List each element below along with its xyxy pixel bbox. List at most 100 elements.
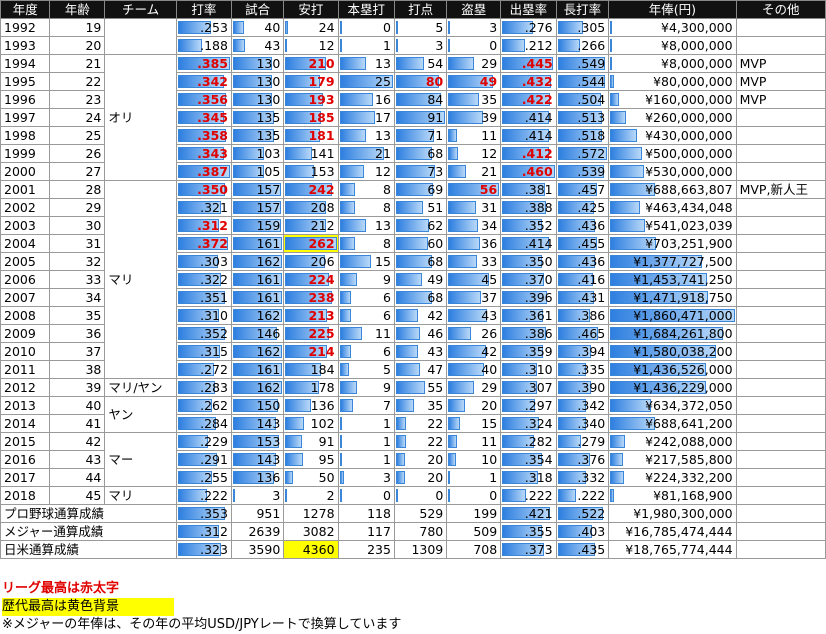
cell-year: 2014 <box>0 414 51 433</box>
cell-avg: .322 <box>175 270 232 289</box>
cell-value: .352 <box>200 326 228 341</box>
data-bar <box>285 165 315 178</box>
cell-age: 41 <box>49 414 106 433</box>
data-bar <box>448 129 457 142</box>
cell-value: .335 <box>577 362 606 377</box>
cell-obp: .212 <box>500 36 557 55</box>
cell-value: ¥260,000,000 <box>645 110 733 125</box>
cell-value: .431 <box>577 290 606 305</box>
cell-sb: 26 <box>446 324 502 343</box>
cell-value: 146 <box>256 326 281 341</box>
cell-value: 73 <box>427 164 444 179</box>
cell-rbi: 780 <box>393 522 448 541</box>
cell-value: 54 <box>427 56 444 71</box>
cell-age: 39 <box>49 378 106 397</box>
cell-value: 37 <box>481 290 498 305</box>
cell-value: .421 <box>524 506 553 521</box>
cell-salary: ¥81,168,900 <box>608 486 737 505</box>
cell-value: .457 <box>577 182 606 197</box>
cell-hr: 17 <box>337 108 395 127</box>
cell-slg: .403 <box>555 522 610 541</box>
cell-rbi: 1309 <box>393 540 448 559</box>
cell-value: 95 <box>318 452 335 467</box>
cell-hr: 8 <box>337 234 395 253</box>
cell-value: .376 <box>577 452 606 467</box>
cell-value: 69 <box>427 182 444 197</box>
cell-g: 161 <box>230 288 285 307</box>
data-bar <box>610 453 624 466</box>
cell-value: 1 <box>382 452 391 467</box>
data-bar <box>232 39 245 52</box>
cell-salary: ¥541,023,039 <box>608 216 737 235</box>
data-bar <box>339 57 367 70</box>
cell-value: .432 <box>521 74 553 89</box>
cell-value: 0 <box>489 488 498 503</box>
data-bar <box>339 453 342 466</box>
cell-slg: .435 <box>555 540 610 559</box>
cell-slg: .376 <box>555 450 610 469</box>
cell-value: .518 <box>577 128 606 143</box>
cell-rbi: 62 <box>393 216 448 235</box>
cell-value: ¥500,000,000 <box>645 146 733 161</box>
cell-hr: 235 <box>337 540 395 559</box>
data-bar <box>339 417 342 430</box>
cell-hr: 6 <box>337 288 395 307</box>
stats-sheet: 年度 年齢 チーム 打率 試合 安打 本塁打 打点 盗塁 出塁率 長打率 年俸(円) その他 1992 1… <box>0 0 826 632</box>
cell-slg: .544 <box>555 72 610 91</box>
cell-value: 1 <box>382 416 391 431</box>
cell-obp: .396 <box>500 288 557 307</box>
cell-value: .291 <box>200 452 228 467</box>
cell-avg: .315 <box>175 342 232 361</box>
cell-rbi: 69 <box>393 180 448 199</box>
cell-value: 24 <box>318 20 335 35</box>
cell-year: 2012 <box>0 378 51 397</box>
cell-other <box>735 468 826 487</box>
cell-team: マー <box>104 432 177 487</box>
cell-value: 529 <box>419 506 444 521</box>
cell-hr: 1 <box>337 36 395 55</box>
cell-other <box>735 324 826 343</box>
cell-slg: .455 <box>555 234 610 253</box>
cell-g: 105 <box>230 162 285 181</box>
data-bar <box>610 57 613 70</box>
cell-rbi: 43 <box>393 342 448 361</box>
cell-hr: 13 <box>337 54 395 73</box>
data-bar <box>285 489 288 502</box>
cell-value: 2 <box>326 488 335 503</box>
data-bar <box>339 363 349 376</box>
data-bar <box>339 435 342 448</box>
table-row: 2015 42 マー .229 153 91 1 22 11.282.279 ¥242,088,0… <box>0 432 826 487</box>
cell-year: 2018 <box>0 486 51 505</box>
cell-avg: .351 <box>175 288 232 307</box>
cell-rbi: 49 <box>393 270 448 289</box>
cell-value: .282 <box>524 434 553 449</box>
data-bar <box>285 147 312 160</box>
cell-value: .307 <box>524 380 553 395</box>
cell-value: .321 <box>200 200 228 215</box>
cell-value: 8 <box>382 200 391 215</box>
cell-h: 214 <box>283 342 339 361</box>
cell-other <box>735 234 826 253</box>
cell-value: 225 <box>308 326 335 341</box>
cell-sb: 36 <box>446 234 502 253</box>
cell-other <box>735 270 826 289</box>
cell-value: .352 <box>524 218 553 233</box>
cell-value: 181 <box>308 128 335 143</box>
cell-year: 2003 <box>0 216 51 235</box>
cell-value: .416 <box>577 272 606 287</box>
cell-salary: ¥1,684,261,800 <box>608 324 737 343</box>
cell-rbi: 71 <box>393 126 448 145</box>
cell-g: 130 <box>230 72 285 91</box>
data-bar <box>395 327 420 340</box>
cell-age: 30 <box>49 216 106 235</box>
data-bar <box>395 237 428 250</box>
cell-value: 56 <box>479 182 498 197</box>
cell-slg: .332 <box>555 468 610 487</box>
cell-value: 4360 <box>302 542 335 557</box>
cell-value: 25 <box>375 74 391 89</box>
cell-rbi: 80 <box>393 72 448 91</box>
cell-value: .266 <box>577 38 606 53</box>
cell-value: 29 <box>481 56 498 71</box>
cell-value: 143 <box>256 416 281 431</box>
cell-age: 26 <box>49 144 106 163</box>
